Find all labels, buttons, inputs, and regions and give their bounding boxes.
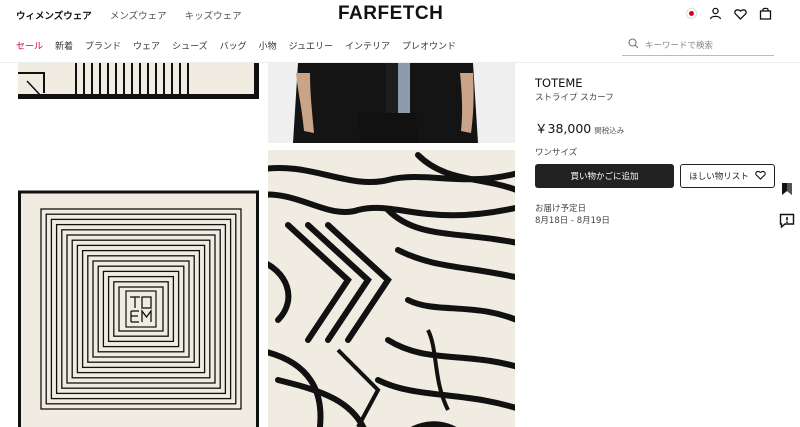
product-brand[interactable]: TOTEME	[535, 76, 583, 90]
search-icon	[628, 37, 639, 52]
feedback-icon[interactable]	[779, 213, 795, 229]
category-interior[interactable]: インテリア	[345, 39, 390, 52]
heart-icon[interactable]	[734, 8, 747, 20]
size-label: ワンサイズ	[535, 148, 578, 158]
product-image-4[interactable]	[268, 150, 515, 427]
header-icons	[686, 7, 772, 20]
delivery-date: 8月18日 - 8月19日	[535, 216, 610, 226]
tab-menswear[interactable]: メンズウェア	[110, 8, 167, 22]
category-bags[interactable]: バッグ	[220, 39, 247, 52]
category-sale[interactable]: セール	[16, 39, 43, 52]
bookmark-icon[interactable]	[779, 181, 795, 197]
product-image-2[interactable]	[268, 63, 515, 143]
heart-outline-icon	[755, 170, 766, 183]
category-clothing[interactable]: ウェア	[133, 39, 160, 52]
product-price: ￥38,000 関税込み	[535, 118, 624, 137]
tab-womenswear[interactable]: ウィメンズウェア	[16, 8, 92, 22]
wishlist-label: ほしい物リスト	[689, 172, 749, 182]
flag-japan-icon[interactable]	[686, 8, 697, 19]
farfetch-logo[interactable]: FARFETCH	[338, 3, 443, 25]
category-new-in[interactable]: 新着	[55, 39, 73, 52]
wishlist-button[interactable]: ほしい物リスト	[680, 164, 775, 188]
product-page: ウィメンズウェア メンズウェア キッズウェア FARFETCH セール 新着 ブ…	[0, 0, 800, 427]
bag-icon[interactable]	[759, 7, 772, 20]
category-shoes[interactable]: シューズ	[172, 39, 208, 52]
tab-kidswear[interactable]: キッズウェア	[185, 8, 242, 22]
delivery-label: お届け予定日	[535, 204, 587, 214]
top-bar: ウィメンズウェア メンズウェア キッズウェア FARFETCH	[0, 0, 800, 30]
search-input[interactable]: キーワードで検索	[622, 34, 774, 56]
product-image-3[interactable]	[18, 190, 259, 427]
category-list: セール 新着 ブランド ウェア シューズ バッグ 小物 ジュエリー インテリア …	[16, 39, 456, 52]
category-accessories[interactable]: 小物	[259, 39, 277, 52]
gender-tabs: ウィメンズウェア メンズウェア キッズウェア	[16, 8, 242, 22]
search-placeholder: キーワードで検索	[645, 40, 714, 51]
add-to-bag-button[interactable]: 買い物かごに追加	[535, 164, 674, 188]
user-icon[interactable]	[709, 7, 722, 20]
price-value: ￥38,000	[535, 121, 592, 136]
product-name: ストライプ スカーフ	[535, 93, 614, 103]
category-brands[interactable]: ブランド	[85, 39, 121, 52]
product-image-1[interactable]	[18, 63, 259, 99]
tax-note: 関税込み	[594, 126, 625, 135]
category-preowned[interactable]: プレオウンド	[402, 39, 456, 52]
add-to-bag-label: 買い物かごに追加	[570, 172, 639, 182]
category-jewelry[interactable]: ジュエリー	[289, 39, 333, 52]
